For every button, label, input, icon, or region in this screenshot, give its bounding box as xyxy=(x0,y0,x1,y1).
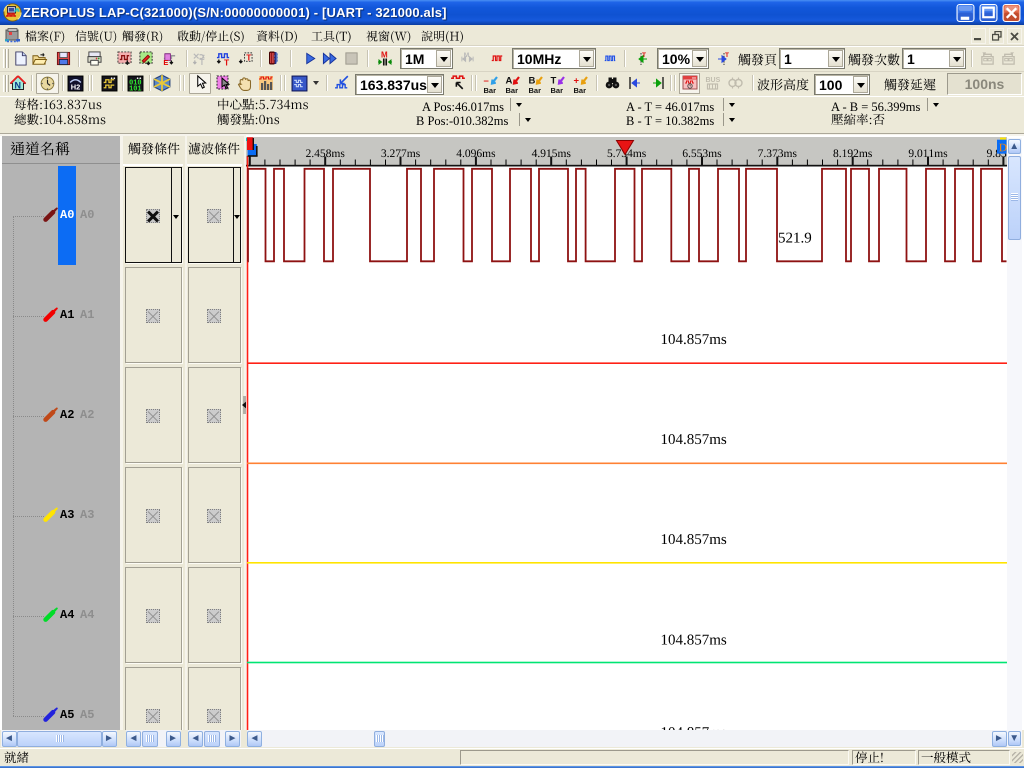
svg-text:Bar: Bar xyxy=(484,86,497,95)
svg-text:T: T xyxy=(551,75,557,86)
svg-text:A: A xyxy=(506,75,513,86)
svg-text:M: M xyxy=(381,51,388,60)
svg-text:+: + xyxy=(573,75,579,86)
svg-text:101: 101 xyxy=(129,85,141,93)
svg-text:H2: H2 xyxy=(71,82,81,91)
svg-text:Bar: Bar xyxy=(573,86,586,95)
svg-text:Bar: Bar xyxy=(528,86,541,95)
svg-text:Bar: Bar xyxy=(551,86,564,95)
svg-text:T: T xyxy=(224,58,230,68)
svg-text:T: T xyxy=(246,52,252,62)
svg-text:T: T xyxy=(200,58,205,67)
svg-text:–: – xyxy=(484,75,489,86)
svg-text:N: N xyxy=(15,81,22,91)
svg-text:E: E xyxy=(163,58,168,67)
svg-text:B: B xyxy=(528,75,535,86)
svg-text:Bar: Bar xyxy=(506,86,519,95)
svg-text:T: T xyxy=(725,52,729,59)
svg-text:T: T xyxy=(642,52,646,59)
svg-text:BUS: BUS xyxy=(706,77,721,84)
